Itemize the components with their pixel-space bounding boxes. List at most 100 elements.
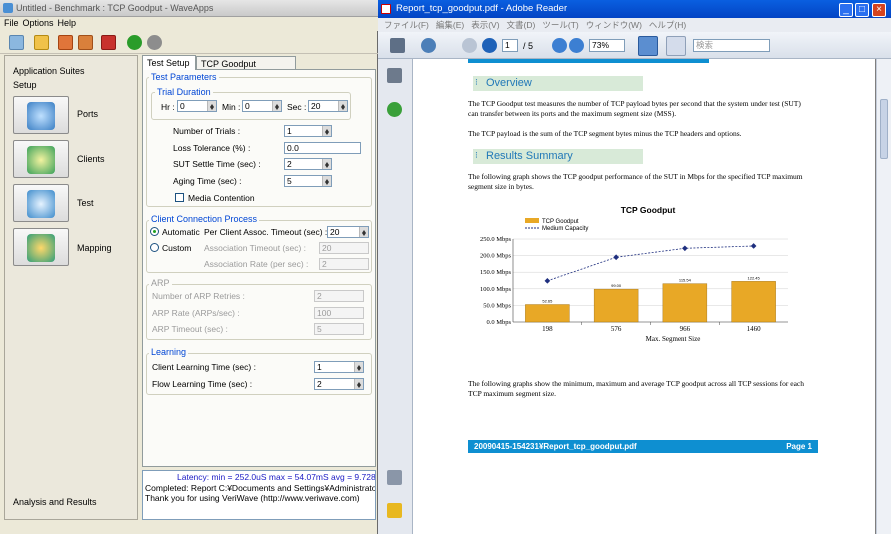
close-button[interactable]: × [872, 3, 886, 17]
sidebar-app-suites[interactable]: Application Suites [13, 66, 85, 76]
capacity-line [547, 245, 754, 282]
per-client-timeout-spinner[interactable]: 20 [327, 226, 369, 238]
mapping-icon [27, 234, 55, 262]
chart-title: TCP Goodput [621, 205, 676, 215]
paragraph-4: The following graphs show the minimum, m… [468, 379, 804, 398]
zoom-in-icon[interactable] [569, 38, 584, 53]
results-summary-heading-text: Results Summary [486, 150, 573, 162]
hr-spinner[interactable]: 0 [177, 100, 217, 112]
client-learning-spinner[interactable]: 1 [314, 361, 364, 373]
menu-file-jp[interactable]: ファイル(F) [384, 20, 429, 30]
paragraph-3: The following graph shows the TCP goodpu… [468, 172, 803, 191]
fit-page-icon[interactable] [666, 36, 686, 56]
maximize-button[interactable]: □ [855, 3, 869, 17]
learning-legend: Learning [149, 347, 189, 357]
paragraph-1: The TCP Goodput test measures the number… [468, 99, 801, 118]
chart-xlabel: Max. Segment Size [646, 335, 701, 343]
sec-value: 20 [311, 101, 321, 111]
menu-help[interactable]: Help [58, 18, 77, 28]
run-icon[interactable] [127, 35, 142, 50]
chart-plot-area: 0.0 Mbps 50.0 Mbps 100.0 Mbps 150.0 Mbps 200… [480, 236, 788, 333]
reader-menubar: ファイル(F) 編集(E) 表示(V) 文書(D) ツール(T) ウィンドウ(W) ヘルプ(… [378, 18, 891, 32]
flow-learning-spinner[interactable]: 2 [314, 378, 364, 390]
next-page-icon[interactable] [482, 38, 497, 53]
assoc-timeout-label: Association Timeout (sec) : [204, 243, 307, 253]
page-total: / 5 [523, 41, 534, 51]
waveapps-titlebar[interactable]: Untitled - Benchmark : TCP Goodput - Wav… [0, 0, 378, 17]
min-spinner[interactable]: 0 [242, 100, 282, 112]
pdf-page: ⁝ Overview The TCP Goodput test measures … [413, 59, 875, 534]
capacity-point [682, 245, 688, 252]
sidebar-item-clients[interactable] [13, 140, 69, 178]
client-connection-legend: Client Connection Process [149, 214, 260, 224]
num-trials-value: 1 [287, 126, 292, 136]
media-contention-checkbox[interactable] [175, 193, 184, 202]
exit-icon[interactable] [101, 35, 116, 50]
fit-width-icon[interactable] [638, 36, 658, 56]
minimize-button[interactable]: _ [839, 3, 853, 17]
sidebar-item-ports[interactable] [13, 96, 69, 134]
aging-time-value: 5 [287, 176, 292, 186]
y-tick-label: 0.0 Mbps [486, 319, 511, 326]
menu-help-jp[interactable]: ヘルプ(H) [649, 20, 686, 30]
custom-radio[interactable] [150, 243, 159, 252]
clients-icon [27, 146, 55, 174]
document-viewer[interactable]: ⁝ Overview The TCP Goodput test measures … [413, 59, 876, 534]
previous-page-icon[interactable] [462, 38, 477, 53]
reader-titlebar[interactable]: Report_tcp_goodput.pdf - Adobe Reader _ … [378, 0, 891, 18]
search-input[interactable]: 検索 [693, 39, 770, 52]
open-folder-icon[interactable] [34, 35, 49, 50]
arp-rate-value: 100 [317, 308, 332, 318]
print-icon[interactable] [390, 38, 405, 53]
comments-icon[interactable] [387, 503, 402, 518]
save-as-icon[interactable] [78, 35, 93, 50]
menu-window-jp[interactable]: ウィンドウ(W) [586, 20, 642, 30]
legend-swatch-goodput [525, 218, 539, 223]
pages-icon[interactable] [387, 68, 402, 83]
automatic-radio[interactable] [150, 227, 159, 236]
sidebar-analysis-results[interactable]: Analysis and Results [13, 497, 97, 507]
menu-file[interactable]: File [4, 18, 19, 28]
min-label: Min : [222, 102, 241, 112]
legend-label-goodput: TCP Goodput [542, 219, 579, 225]
attachments-icon[interactable] [387, 470, 402, 485]
y-tick-label: 50.0 Mbps [483, 302, 511, 309]
menu-view-jp[interactable]: 表示(V) [471, 20, 499, 30]
sut-settle-value: 2 [287, 159, 292, 169]
pdf-icon [381, 4, 391, 14]
arp-retries-label: Number of ARP Retries : [152, 291, 245, 301]
bar [662, 283, 708, 323]
sidebar-item-mapping[interactable] [13, 228, 69, 266]
collaborate-icon[interactable] [421, 38, 436, 53]
tab-test-setup[interactable]: Test Setup [142, 55, 196, 70]
menu-document-jp[interactable]: 文書(D) [507, 20, 536, 30]
save-icon[interactable] [58, 35, 73, 50]
num-trials-spinner[interactable]: 1 [284, 125, 332, 137]
assoc-rate-spinner: 2 [319, 258, 369, 270]
aging-time-spinner[interactable]: 5 [284, 175, 332, 187]
vertical-scrollbar[interactable] [876, 59, 891, 534]
y-tick-label: 150.0 Mbps [480, 269, 512, 276]
scrollbar-thumb[interactable] [880, 99, 888, 159]
page-number-input[interactable]: 1 [502, 39, 518, 52]
new-icon[interactable] [9, 35, 24, 50]
data-label: 99.00 [611, 283, 622, 288]
sidebar-item-test[interactable] [13, 184, 69, 222]
zoom-out-icon[interactable] [552, 38, 567, 53]
log-output[interactable]: Latency: min = 252.0uS max = 54.07mS avg… [142, 470, 376, 520]
sec-spinner[interactable]: 20 [308, 100, 348, 112]
zoom-select[interactable]: 73% [589, 39, 625, 52]
tcp-goodput-chart: TCP Goodput TCP Goodput Medium Capacity … [480, 205, 788, 343]
sut-settle-spinner[interactable]: 2 [284, 158, 332, 170]
test-parameters-legend: Test Parameters [149, 72, 219, 82]
tab-tcp-goodput-properties[interactable]: TCP Goodput Properties [196, 56, 296, 79]
loss-tolerance-input[interactable]: 0.0 [284, 142, 361, 154]
help-icon[interactable] [387, 102, 402, 117]
sidebar-setup[interactable]: Setup [13, 80, 37, 90]
menu-options[interactable]: Options [23, 18, 54, 28]
menu-edit-jp[interactable]: 編集(E) [436, 20, 464, 30]
menubar: File Options Help [0, 17, 378, 31]
stop-icon[interactable] [147, 35, 162, 50]
menu-tools-jp[interactable]: ツール(T) [542, 20, 578, 30]
bar [731, 281, 776, 323]
